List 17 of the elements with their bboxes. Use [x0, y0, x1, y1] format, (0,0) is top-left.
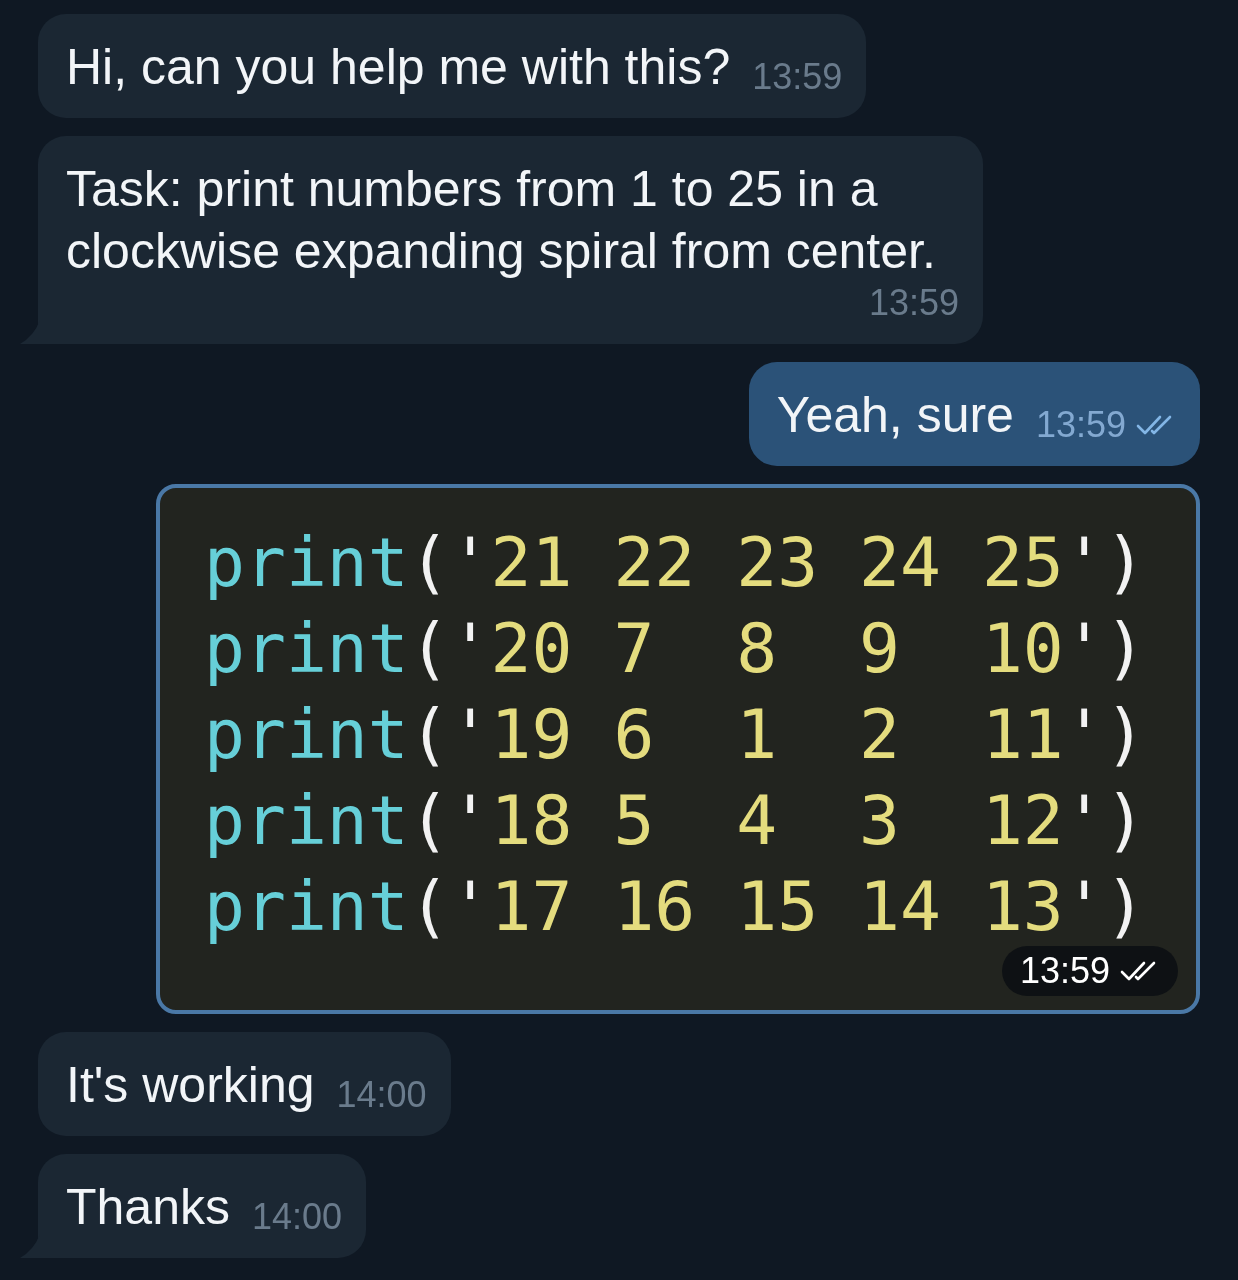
message-time: 13:59 [1035, 404, 1126, 446]
message-text: It's working [66, 1056, 315, 1115]
message-text: Thanks [66, 1178, 230, 1237]
message-time: 14:00 [251, 1196, 343, 1238]
code-line: print('18 5 4 3 12') [204, 780, 1147, 862]
message-time: 13:59 [1001, 946, 1178, 996]
message-time: 13:59 [868, 282, 959, 324]
message-time: 14:00 [336, 1074, 427, 1116]
message-time: 13:59 [752, 56, 843, 98]
message-text: Hi, can you help me with this? [66, 38, 731, 97]
code-line: print('20 7 8 9 10') [204, 608, 1147, 690]
code-line: print('17 16 15 14 13') [204, 866, 1147, 948]
code-line: print('21 22 23 24 25') [204, 522, 1147, 604]
message-text: Yeah, sure [776, 386, 1014, 445]
code-line: print('19 6 1 2 11') [204, 694, 1147, 776]
message-text: Task: print numbers from 1 to 25 in a clockwise expanding spiral from center. [66, 160, 937, 281]
code-image[interactable]: print('21 22 23 24 25') print('20 7 8 9 10') print('19 6 1 2 11') print('18 5 4 3 12') print('17 16 15 14 13') 13:59 [156, 484, 1200, 1014]
